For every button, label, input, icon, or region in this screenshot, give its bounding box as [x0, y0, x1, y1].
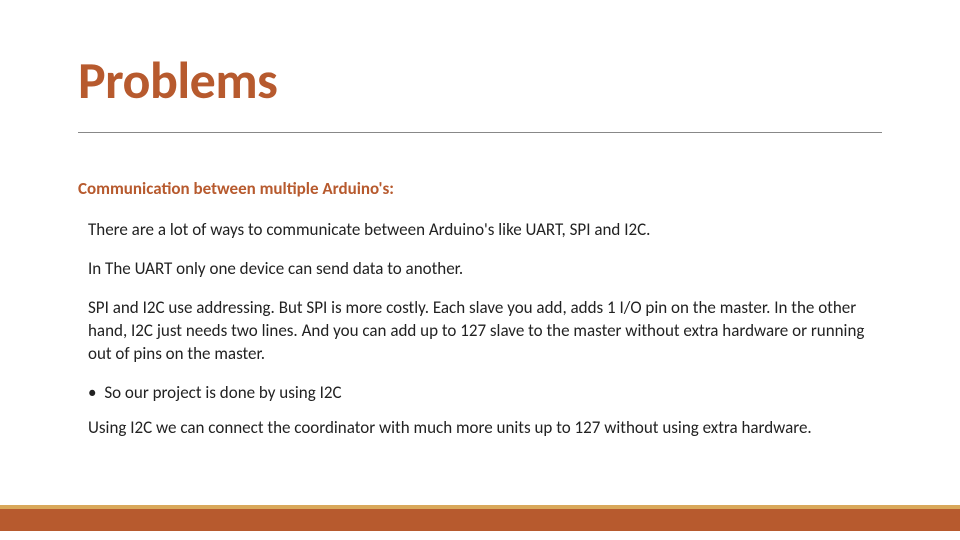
footer-bar [0, 509, 960, 531]
paragraph-2: In The UART only one device can send dat… [88, 258, 882, 281]
bullet-dot-icon: • [88, 382, 96, 403]
bullet-text: So our project is done by using I2C [104, 382, 341, 403]
paragraph-1: There are a lot of ways to communicate b… [88, 219, 882, 242]
paragraph-closing: Using I2C we can connect the coordinator… [88, 417, 882, 440]
title-underline [78, 132, 882, 133]
slide-body: Communication between multiple Arduino's… [78, 178, 882, 440]
slide: Problems Communication between multiple … [0, 0, 960, 540]
section-subheading: Communication between multiple Arduino's… [78, 178, 882, 201]
slide-title: Problems [78, 48, 277, 112]
paragraph-3: SPI and I2C use addressing. But SPI is m… [88, 297, 882, 366]
bullet-item: • So our project is done by using I2C [88, 382, 882, 405]
